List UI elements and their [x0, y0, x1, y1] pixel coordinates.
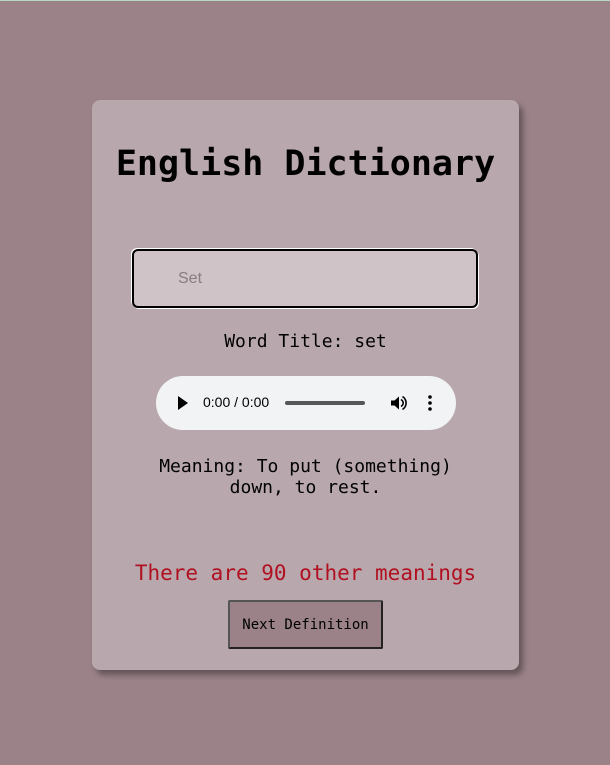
more-options-icon[interactable] — [426, 394, 434, 412]
word-title: Word Title: set — [224, 331, 387, 352]
search-input[interactable] — [132, 249, 478, 308]
audio-progress-bar[interactable] — [285, 401, 365, 405]
audio-time: 0:00 / 0:00 — [203, 394, 270, 410]
next-definition-button[interactable]: Next Definition — [228, 600, 383, 649]
other-meanings-text: There are 90 other meanings — [134, 561, 477, 585]
meaning-text: Meaning: To put (something) down, to res… — [159, 456, 452, 498]
volume-icon[interactable] — [389, 394, 407, 412]
dictionary-card: English Dictionary Word Title: set 0:00 … — [92, 100, 519, 670]
play-icon[interactable] — [178, 396, 188, 410]
page-title: English Dictionary — [115, 144, 496, 184]
audio-player[interactable]: 0:00 / 0:00 — [156, 376, 456, 430]
